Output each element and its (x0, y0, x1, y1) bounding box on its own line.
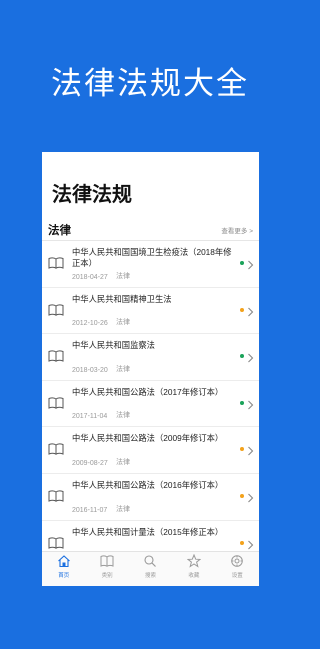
status-dot (240, 493, 244, 498)
hero-title: 法律法规大全 (51, 66, 249, 101)
law-type: 法律 (116, 412, 130, 420)
chevron-right-icon (247, 257, 254, 270)
tab-label: 类别 (101, 573, 113, 579)
status-dot (240, 354, 244, 359)
home-icon (42, 554, 85, 568)
star-icon (172, 554, 215, 568)
chevron-right-icon (247, 537, 254, 549)
law-date: 2016-11-07 (72, 506, 108, 514)
tab-label: 设置 (231, 573, 243, 579)
status-dot (240, 540, 244, 545)
law-list-item[interactable]: 中华人民共和国国境卫生检疫法（2018年修正本） 2018-04-27 法律 (42, 241, 259, 288)
section-header: 法律 查看更多 > (42, 218, 259, 241)
tab-bar: 首页 类别 搜索 收藏 设置 (42, 551, 259, 586)
law-type: 法律 (116, 505, 130, 513)
chevron-right-icon (247, 350, 254, 363)
law-title: 中华人民共和国公路法（2016年修订本） (72, 479, 224, 490)
law-list-item[interactable]: 中华人民共和国监察法 2018-03-20 法律 (42, 334, 259, 381)
law-type: 法律 (116, 365, 130, 373)
phone-screen: 法律法规 法律 查看更多 > 中华人民共和国国境卫生检疫法（2018年修正本） 2… (42, 152, 259, 586)
tab-book[interactable]: 类别 (85, 554, 128, 579)
chevron-right-icon (247, 304, 254, 316)
status-dot (240, 307, 244, 312)
law-title: 中华人民共和国公路法（2017年修订本） (72, 386, 224, 397)
chevron-right-icon (247, 443, 254, 456)
law-type: 法律 (116, 272, 130, 280)
book-icon (48, 489, 64, 502)
law-list-item[interactable]: 中华人民共和国公路法（2009年修订本） 2009-08-27 法律 (42, 427, 259, 474)
book-icon (48, 396, 64, 409)
law-title: 中华人民共和国计量法（2015年修正本） (72, 526, 224, 537)
law-date: 2018-04-27 (72, 273, 108, 281)
status-dot (240, 400, 244, 405)
status-dot (240, 447, 244, 452)
tab-label: 搜索 (144, 573, 156, 579)
law-date: 2017-11-04 (72, 413, 108, 421)
law-date: 2018-03-20 (72, 366, 108, 374)
law-date: 2012-10-26 (72, 320, 108, 328)
tab-label: 首页 (58, 573, 70, 579)
law-list: 中华人民共和国国境卫生检疫法（2018年修正本） 2018-04-27 法律 中华人民… (42, 241, 259, 568)
page-title: 法律法规 (52, 184, 132, 206)
tab-star[interactable]: 收藏 (172, 554, 215, 579)
tab-label: 收藏 (188, 573, 200, 579)
book-icon (48, 442, 64, 456)
search-icon (129, 554, 172, 568)
law-type: 法律 (116, 458, 130, 466)
law-list-item[interactable]: 中华人民共和国精神卫生法 2012-10-26 法律 (42, 288, 259, 335)
book-icon (48, 349, 64, 362)
law-title: 中华人民共和国监察法 (72, 340, 155, 351)
tab-home[interactable]: 首页 (42, 554, 85, 579)
law-type: 法律 (116, 319, 130, 327)
law-title: 中华人民共和国国境卫生检疫法（2018年修正本） (72, 247, 232, 268)
status-dot (240, 261, 244, 265)
law-list-item[interactable]: 中华人民共和国公路法（2016年修订本） 2016-11-07 法律 (42, 474, 259, 521)
book-icon (48, 536, 64, 549)
book-icon (48, 256, 64, 269)
see-more-link[interactable]: 查看更多 > (221, 225, 253, 235)
section-title: 法律 (48, 225, 71, 237)
chevron-right-icon (247, 397, 254, 410)
law-title: 中华人民共和国公路法（2009年修订本） (72, 433, 224, 444)
law-list-item[interactable]: 中华人民共和国公路法（2017年修订本） 2017-11-04 法律 (42, 381, 259, 428)
law-title: 中华人民共和国精神卫生法 (72, 293, 172, 304)
book-icon (85, 554, 128, 568)
gear-icon (216, 554, 259, 568)
law-date: 2009-08-27 (72, 459, 108, 467)
tab-search[interactable]: 搜索 (129, 554, 172, 579)
book-icon (48, 303, 64, 316)
tab-gear[interactable]: 设置 (216, 554, 259, 579)
chevron-right-icon (247, 490, 254, 503)
